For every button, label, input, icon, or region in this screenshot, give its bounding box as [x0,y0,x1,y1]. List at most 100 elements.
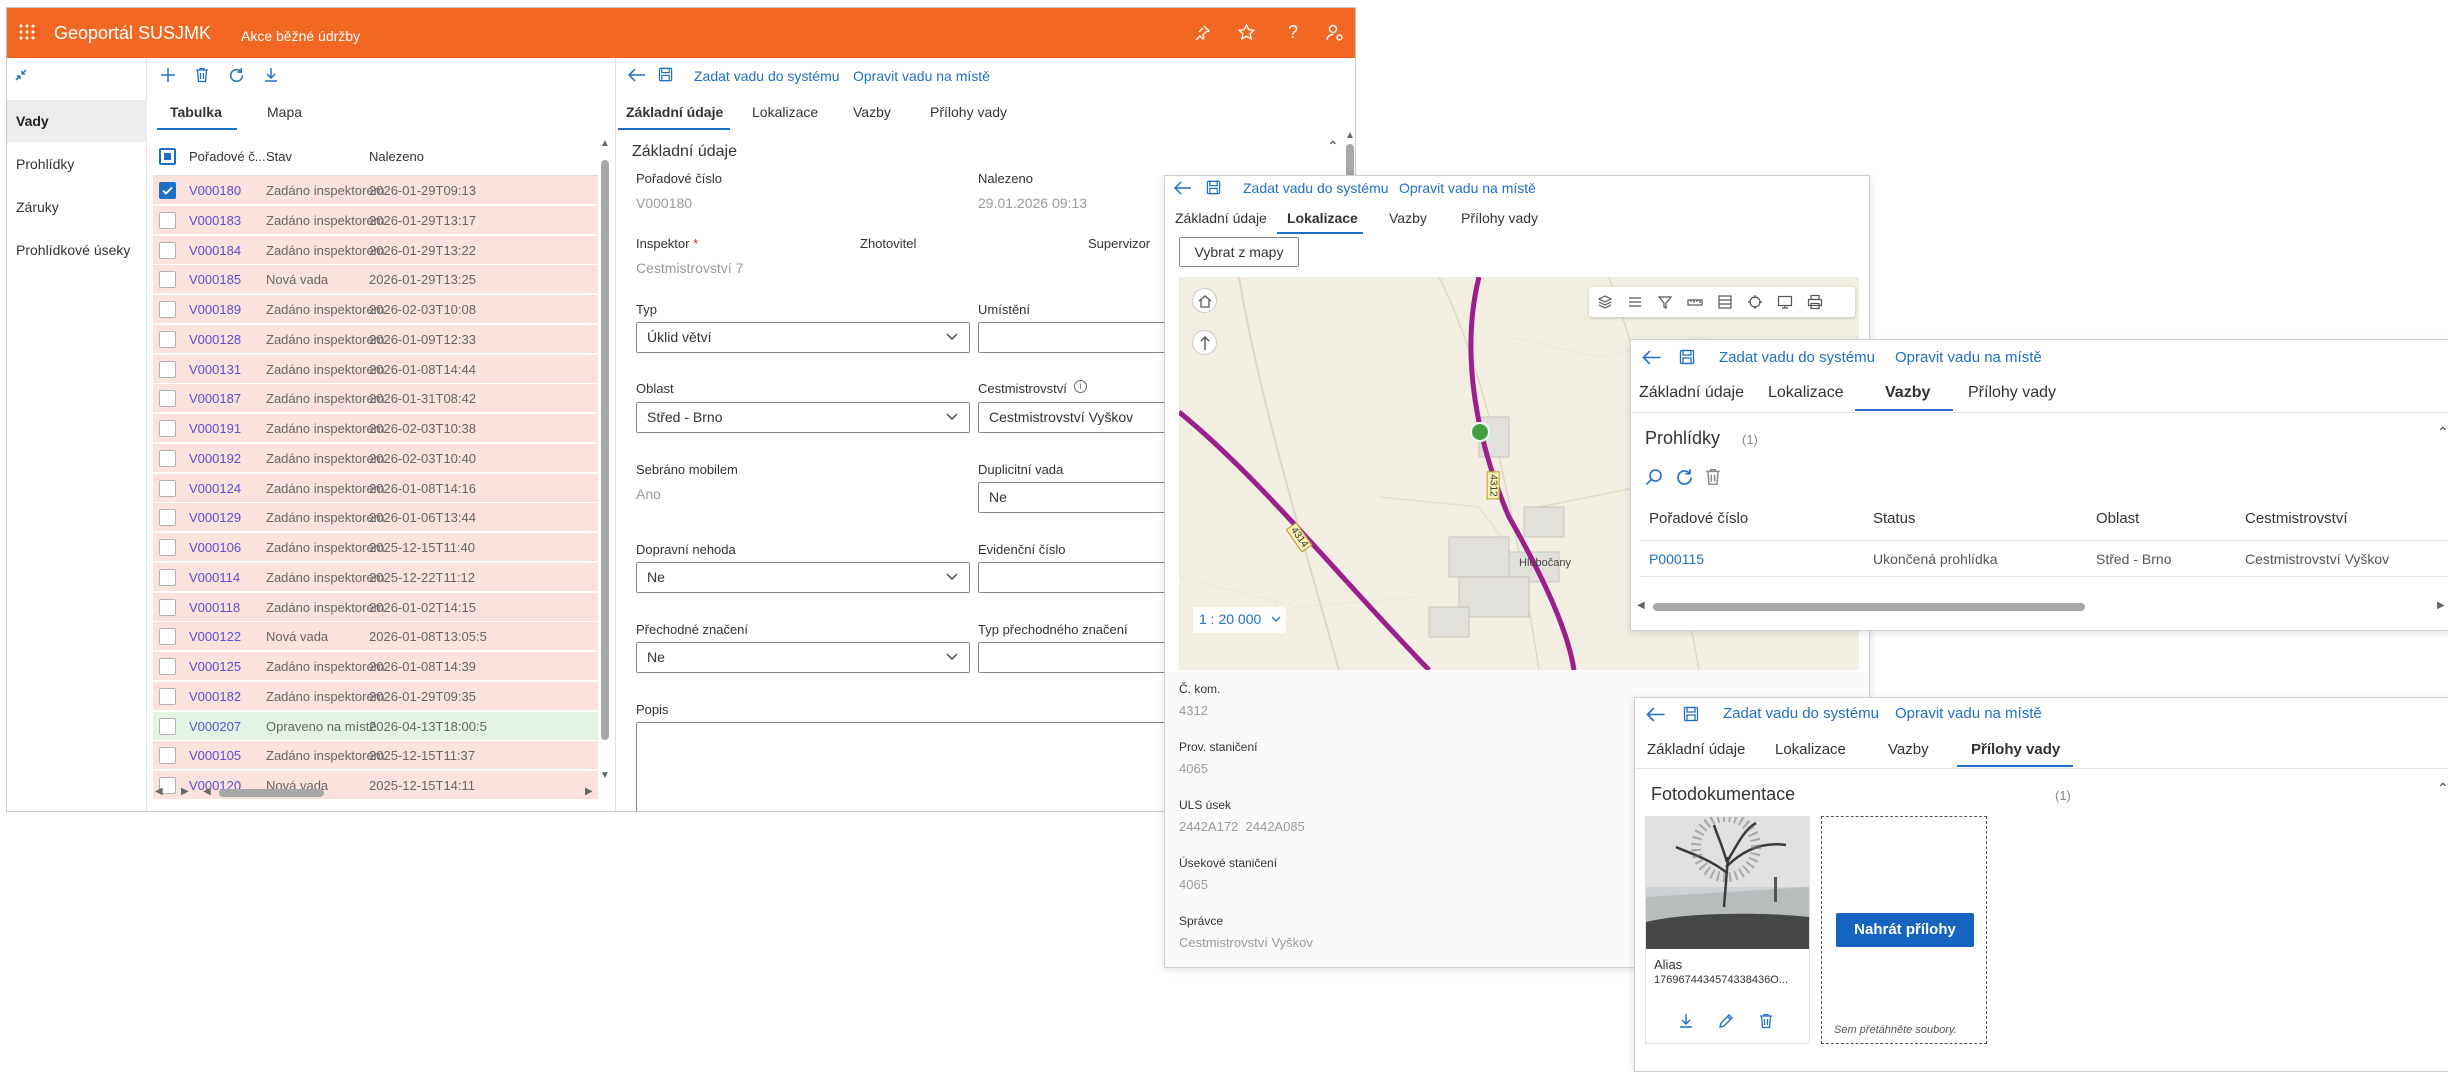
back-arrow-icon[interactable] [628,68,646,82]
save-icon[interactable] [1679,349,1695,365]
col-header-oblast[interactable]: Oblast [2096,510,2139,527]
row-checkbox[interactable] [159,717,176,735]
tab-lokalizace[interactable]: Lokalizace [1775,741,1846,758]
row-checkbox[interactable] [159,449,176,467]
help-icon[interactable]: ? [1288,22,1298,43]
tab-lokalizace[interactable]: Lokalizace [1287,210,1358,226]
tab-prilohy[interactable]: Přílohy vady [1461,210,1538,226]
tab-lokalizace[interactable]: Lokalizace [752,104,818,120]
map-scale-selector[interactable]: 1 : 20 000 [1193,607,1286,633]
tab-vazby[interactable]: Vazby [1885,384,1930,402]
select-all-checkbox[interactable] [159,148,176,165]
row-checkbox[interactable] [159,301,176,318]
row-id-link[interactable]: V000118 [189,600,240,615]
edit-icon[interactable] [1718,1013,1734,1029]
col-header-poradove[interactable]: Pořadové číslo [1649,510,1748,527]
hscroll-thumb[interactable] [1653,603,2085,611]
locate-icon[interactable] [1747,294,1763,310]
tab-tabulka[interactable]: Tabulka [170,104,222,120]
table-row[interactable]: V000207 Opraveno na místě 2026-04-13T18:00… [153,711,598,741]
submit-defect-link[interactable]: Zadat vadu do systému [1723,705,1879,722]
table-row[interactable]: V000118 Zadáno inspektorem 2026-01-02T14:1… [153,592,598,622]
table-row[interactable]: P000115 Ukončená prohlídka Střed - Brno … [1641,541,2448,577]
map-north-button[interactable] [1192,330,1217,355]
fix-on-site-link[interactable]: Opravit vadu na místě [1895,705,2042,722]
tab-vazby[interactable]: Vazby [1888,741,1929,758]
map-home-button[interactable] [1192,288,1217,313]
sidebar-item-vady[interactable]: Vady [7,100,147,142]
table-hscrollbar[interactable]: ◀ ▶ ◀ ▶ [153,786,598,800]
table-row[interactable]: V000191 Zadáno inspektorem 2026-02-03T10:3… [153,414,598,443]
row-id-link[interactable]: V000122 [189,629,241,644]
star-icon[interactable] [1237,23,1256,42]
back-arrow-icon[interactable] [1174,181,1192,195]
tab-zakladni-udaje[interactable]: Základní údaje [626,104,723,120]
upload-attachments-button[interactable]: Nahrát přílohy [1836,913,1974,947]
submit-defect-link[interactable]: Zadat vadu do systému [1243,180,1389,196]
row-checkbox[interactable] [159,687,176,705]
row-id-link[interactable]: V000184 [189,243,241,258]
row-checkbox[interactable] [159,628,176,646]
delete-icon[interactable] [1758,1013,1774,1029]
row-checkbox[interactable] [159,390,176,408]
oblast-select[interactable]: Střed - Brno [636,402,970,433]
refresh-icon[interactable] [228,67,245,84]
tab-prilohy[interactable]: Přílohy vady [1968,384,2056,402]
row-checkbox[interactable] [159,360,176,378]
row-checkbox[interactable] [159,509,176,527]
prohlidka-id-link[interactable]: P000115 [1649,551,1704,567]
row-checkbox[interactable] [159,330,176,348]
row-checkbox[interactable] [159,420,176,437]
tab-zakladni-udaje[interactable]: Základní údaje [1639,384,1744,402]
row-id-link[interactable]: V000185 [189,272,241,287]
table-row[interactable]: V000122 Nová vada 2026-01-08T13:05:5 [153,622,598,652]
typ-select[interactable]: Úklid větví [636,322,970,353]
duplicitni-select[interactable]: Ne [978,482,1178,513]
row-id-link[interactable]: V000207 [189,719,241,734]
row-id-link[interactable]: V000187 [189,391,241,406]
row-checkbox[interactable] [159,271,176,289]
row-checkbox[interactable] [159,241,176,259]
table-row[interactable]: V000182 Zadáno inspektorem 2026-01-29T09:3… [153,681,598,711]
table-row[interactable]: V000125 Zadáno inspektorem 2026-01-08T14:3… [153,652,598,681]
typ-prechodneho-input[interactable] [978,642,1178,673]
refresh-icon[interactable] [1675,468,1694,487]
vscroll-thumb[interactable] [601,160,609,740]
row-id-link[interactable]: V000131 [189,362,241,377]
delete-icon[interactable] [194,67,210,83]
prechodne-select[interactable]: Ne [636,642,970,673]
submit-defect-link[interactable]: Zadat vadu do systému [1719,349,1875,366]
row-id-link[interactable]: V000182 [189,689,241,704]
collapse-icon[interactable] [13,67,29,83]
save-icon[interactable] [658,67,673,82]
table-row[interactable]: V000184 Zadáno inspektorem 2026-01-29T13:2… [153,235,598,265]
vazby-hscrollbar[interactable]: ◀ ▶ [1637,600,2447,614]
table-row[interactable]: V000187 Zadáno inspektorem 2026-01-31T08:4… [153,384,598,414]
row-checkbox[interactable] [159,182,176,199]
row-checkbox[interactable] [159,539,176,556]
row-id-link[interactable]: V000128 [189,332,241,347]
info-icon[interactable]: i [1074,380,1087,393]
collapse-chevron-icon[interactable]: ⌃ [1327,138,1339,155]
row-id-link[interactable]: V000180 [189,183,241,198]
fix-on-site-link[interactable]: Opravit vadu na místě [853,68,990,84]
table-row[interactable]: V000189 Zadáno inspektorem 2026-02-03T10:0… [153,295,598,324]
row-id-link[interactable]: V000183 [189,213,241,228]
tab-vazby[interactable]: Vazby [1389,210,1427,226]
measure-icon[interactable] [1687,294,1703,310]
umisteni-input[interactable] [978,322,1178,353]
fix-on-site-link[interactable]: Opravit vadu na místě [1895,349,2042,366]
row-checkbox[interactable] [159,568,176,586]
table-vscrollbar[interactable]: ▲ ▼ [599,138,611,784]
file-drop-zone[interactable]: Nahrát přílohy Sem přetáhněte soubory. [1821,816,1987,1044]
nehoda-select[interactable]: Ne [636,562,970,593]
row-id-link[interactable]: V000114 [189,570,240,585]
row-id-link[interactable]: V000125 [189,659,241,674]
save-icon[interactable] [1683,706,1699,722]
user-settings-icon[interactable] [1325,23,1345,43]
collapse-chevron-icon[interactable]: ⌃ [2437,780,2448,797]
tab-zakladni-udaje[interactable]: Základní údaje [1647,741,1745,758]
table-row[interactable]: V000129 Zadáno inspektorem 2026-01-06T13:4… [153,503,598,533]
app-launcher-icon[interactable] [19,24,35,40]
sidebar-item-prohlidkove-useky[interactable]: Prohlídkové úseky [7,228,147,271]
